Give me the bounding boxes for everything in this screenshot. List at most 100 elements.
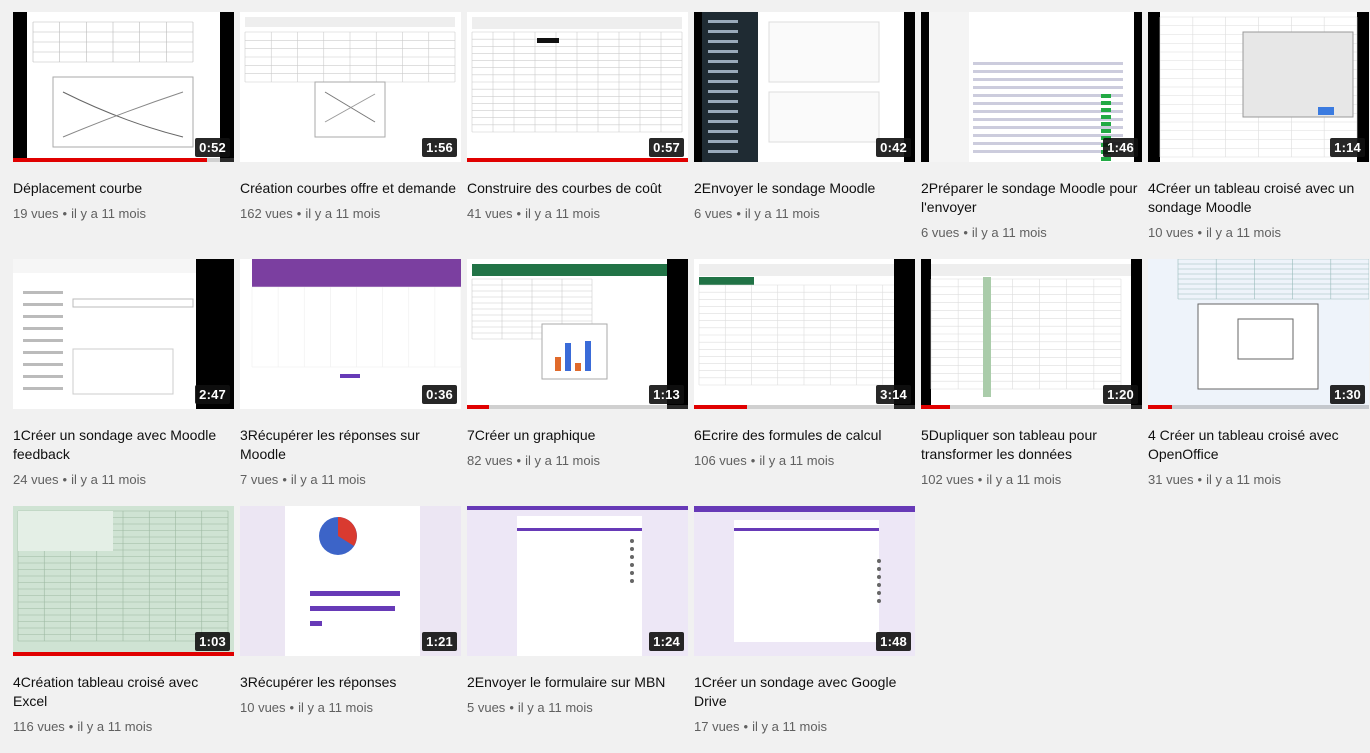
video-title[interactable]: Construire des courbes de coût	[467, 179, 688, 198]
video-card[interactable]: 3:14 6Ecrire des formules de calcul 106 vu…	[694, 259, 915, 506]
watch-progress-track	[467, 405, 688, 409]
upload-age: il y a 11 mois	[290, 472, 366, 487]
upload-age: il y a 11 mois	[305, 206, 381, 221]
video-title[interactable]: 5Dupliquer son tableau pour transformer …	[921, 426, 1142, 464]
upload-age: il y a 11 mois	[1206, 472, 1282, 487]
video-thumbnail[interactable]: 1:21	[240, 506, 461, 656]
meta-separator: •	[516, 453, 522, 468]
video-card[interactable]: 1:30 4 Créer un tableau croisé avec OpenO…	[1148, 259, 1369, 506]
view-count: 10 vues	[1148, 225, 1194, 240]
video-thumbnail[interactable]: 1:13	[467, 259, 688, 409]
video-metadata: 17 vues • il y a 11 mois	[694, 719, 915, 734]
view-count: 17 vues	[694, 719, 740, 734]
video-thumbnail[interactable]: 1:46	[921, 12, 1142, 162]
video-duration: 1:48	[876, 632, 911, 651]
video-thumbnail[interactable]: 1:30	[1148, 259, 1369, 409]
video-thumbnail[interactable]: 1:24	[467, 506, 688, 656]
video-card[interactable]: 0:42 2Envoyer le sondage Moodle 6 vues • il …	[694, 12, 915, 259]
upload-age: il y a 11 mois	[71, 472, 147, 487]
video-title[interactable]: 3Récupérer les réponses sur Moodle	[240, 426, 461, 464]
meta-separator: •	[736, 206, 741, 221]
video-card[interactable]: 1:03 4Création tableau croisé avec Excel 1…	[13, 506, 234, 753]
video-title[interactable]: 6Ecrire des formules de calcul	[694, 426, 915, 445]
watch-progress-bar	[13, 158, 208, 162]
video-title[interactable]: 4Création tableau croisé avec Excel	[13, 673, 234, 711]
video-title[interactable]: 2Envoyer le sondage Moodle	[694, 179, 915, 198]
video-card[interactable]: 1:14 4Créer un tableau croisé avec un son…	[1148, 12, 1369, 259]
video-card[interactable]: 1:48 1Créer un sondage avec Google Drive 1…	[694, 506, 915, 753]
upload-age: il y a 11 mois	[298, 700, 374, 715]
video-duration: 1:21	[422, 632, 457, 651]
video-duration: 0:57	[649, 138, 684, 157]
view-count: 6 vues	[694, 206, 733, 221]
upload-age: il y a 11 mois	[1206, 225, 1282, 240]
view-count: 82 vues	[467, 453, 513, 468]
meta-separator: •	[1197, 225, 1203, 240]
meta-separator: •	[296, 206, 302, 221]
video-metadata: 102 vues • il y a 11 mois	[921, 472, 1142, 487]
video-thumbnail[interactable]: 3:14	[694, 259, 915, 409]
video-thumbnail[interactable]: 0:42	[694, 12, 915, 162]
video-title[interactable]: 2Envoyer le formulaire sur MBN	[467, 673, 688, 692]
view-count: 41 vues	[467, 206, 513, 221]
upload-age: il y a 11 mois	[77, 719, 153, 734]
meta-separator: •	[743, 719, 749, 734]
video-duration: 1:20	[1103, 385, 1138, 404]
upload-age: il y a 11 mois	[71, 206, 147, 221]
view-count: 10 vues	[240, 700, 286, 715]
video-metadata: 7 vues • il y a 11 mois	[240, 472, 461, 487]
upload-age: il y a 11 mois	[752, 719, 828, 734]
video-duration: 1:14	[1330, 138, 1365, 157]
video-card[interactable]: 1:21 3Récupérer les réponses 10 vues • il y …	[240, 506, 461, 753]
video-title[interactable]: 7Créer un graphique	[467, 426, 688, 445]
video-title[interactable]: 4Créer un tableau croisé avec un sondage…	[1148, 179, 1369, 217]
video-thumbnail[interactable]: 0:52	[13, 12, 234, 162]
upload-age: il y a 11 mois	[525, 206, 601, 221]
video-title[interactable]: 3Récupérer les réponses	[240, 673, 461, 692]
meta-separator: •	[977, 472, 983, 487]
video-thumbnail[interactable]: 1:56	[240, 12, 461, 162]
video-title[interactable]: Déplacement courbe	[13, 179, 234, 198]
video-card[interactable]: 1:13 7Créer un graphique 82 vues • il y a 11…	[467, 259, 688, 506]
view-count: 31 vues	[1148, 472, 1194, 487]
video-thumbnail[interactable]: 1:48	[694, 506, 915, 656]
video-thumbnail[interactable]: 0:36	[240, 259, 461, 409]
video-metadata: 19 vues • il y a 11 mois	[13, 206, 234, 221]
video-title[interactable]: Création courbes offre et demande	[240, 179, 461, 198]
meta-separator: •	[1197, 472, 1203, 487]
video-card[interactable]: 0:57 Construire des courbes de coût 41 vue…	[467, 12, 688, 259]
video-thumbnail[interactable]: 1:03	[13, 506, 234, 656]
video-metadata: 41 vues • il y a 11 mois	[467, 206, 688, 221]
view-count: 24 vues	[13, 472, 59, 487]
watch-progress-bar	[13, 652, 234, 656]
watch-progress-bar	[921, 405, 950, 409]
upload-age: il y a 11 mois	[986, 472, 1062, 487]
video-duration: 1:46	[1103, 138, 1138, 157]
video-thumbnail[interactable]: 0:57	[467, 12, 688, 162]
video-metadata: 10 vues • il y a 11 mois	[1148, 225, 1369, 240]
meta-separator: •	[750, 453, 756, 468]
video-duration: 1:24	[649, 632, 684, 651]
meta-separator: •	[68, 719, 74, 734]
video-thumbnail[interactable]: 2:47	[13, 259, 234, 409]
video-title[interactable]: 4 Créer un tableau croisé avec OpenOffic…	[1148, 426, 1369, 464]
video-card[interactable]: 1:56 Création courbes offre et demande 162…	[240, 12, 461, 259]
video-card[interactable]: 1:20 5Dupliquer son tableau pour transfor…	[921, 259, 1142, 506]
video-thumbnail[interactable]: 1:14	[1148, 12, 1369, 162]
video-metadata: 5 vues • il y a 11 mois	[467, 700, 688, 715]
video-title[interactable]: 1Créer un sondage avec Google Drive	[694, 673, 915, 711]
view-count: 5 vues	[467, 700, 506, 715]
video-thumbnail[interactable]: 1:20	[921, 259, 1142, 409]
video-metadata: 10 vues • il y a 11 mois	[240, 700, 461, 715]
video-card[interactable]: 0:52 Déplacement courbe 19 vues • il y a 11 …	[13, 12, 234, 259]
video-card[interactable]: 1:46 2Préparer le sondage Moodle pour l'e…	[921, 12, 1142, 259]
video-duration: 0:36	[422, 385, 457, 404]
video-title[interactable]: 2Préparer le sondage Moodle pour l'envoy…	[921, 179, 1142, 217]
video-title[interactable]: 1Créer un sondage avec Moodle feedback	[13, 426, 234, 464]
video-card[interactable]: 2:47 1Créer un sondage avec Moodle feedba…	[13, 259, 234, 506]
video-duration: 2:47	[195, 385, 230, 404]
video-card[interactable]: 1:24 2Envoyer le formulaire sur MBN 5 vues…	[467, 506, 688, 753]
watch-progress-bar	[467, 158, 688, 162]
video-metadata: 106 vues • il y a 11 mois	[694, 453, 915, 468]
video-card[interactable]: 0:36 3Récupérer les réponses sur Moodle 7 …	[240, 259, 461, 506]
